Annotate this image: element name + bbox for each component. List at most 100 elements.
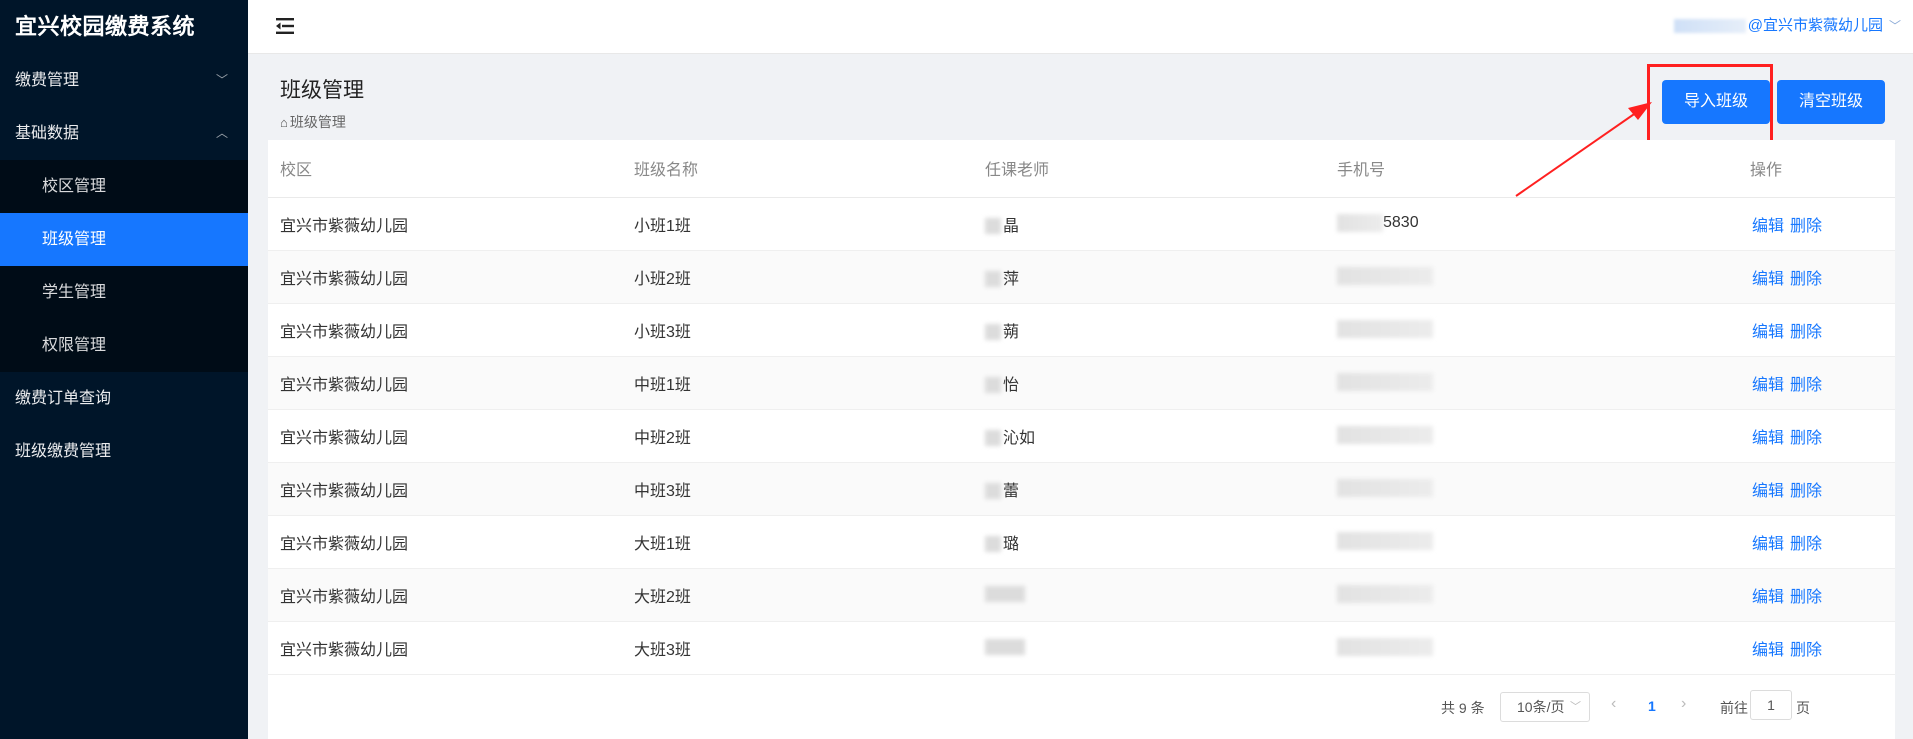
next-page-icon[interactable]: › <box>1681 695 1686 713</box>
cell-class-name: 大班3班 <box>622 621 973 675</box>
chevron-down-icon: ﹀ <box>215 73 228 87</box>
delete-link[interactable]: 删除 <box>1790 218 1822 235</box>
redacted-block <box>1337 373 1433 392</box>
cell-phone <box>1325 462 1625 516</box>
user-menu[interactable]: @宜兴市紫薇幼儿园 ﹀ <box>1673 14 1901 38</box>
edit-link[interactable]: 编辑 <box>1752 430 1784 447</box>
goto-label: 前往 <box>1720 700 1748 716</box>
cell-campus: 宜兴市紫薇幼儿园 <box>268 197 622 251</box>
delete-link[interactable]: 删除 <box>1790 377 1822 394</box>
cell-campus: 宜兴市紫薇幼儿园 <box>268 356 622 410</box>
cell-teacher: 蒴 <box>973 303 1325 357</box>
cell-phone <box>1325 356 1625 410</box>
teacher-text: 萍 <box>1003 270 1020 288</box>
redacted-block <box>985 377 1001 394</box>
teacher-text: 蒴 <box>1003 323 1020 341</box>
table-header-row: 校区 班级名称 任课老师 手机号 操作 <box>268 140 1895 198</box>
edit-link[interactable]: 编辑 <box>1752 271 1784 288</box>
cell-actions: 编辑 删除 <box>1625 568 1895 622</box>
redacted-block <box>985 639 1025 656</box>
cell-class-name: 中班1班 <box>622 356 973 410</box>
cell-class-name: 中班2班 <box>622 409 973 463</box>
edit-link[interactable]: 编辑 <box>1752 589 1784 606</box>
redacted-block <box>1337 585 1433 604</box>
sidebar-item-class-payment-management[interactable]: 班级缴费管理 <box>0 425 248 478</box>
edit-link[interactable]: 编辑 <box>1752 324 1784 341</box>
prev-page-icon[interactable]: ‹ <box>1611 695 1616 713</box>
breadcrumb: ⌂ 班级管理 <box>280 112 346 132</box>
table-row: 宜兴市紫薇幼儿园 中班2班 沁如 编辑 删除 <box>268 409 1895 463</box>
cell-class-name: 大班1班 <box>622 515 973 569</box>
edit-link[interactable]: 编辑 <box>1752 536 1784 553</box>
teacher-text: 璐 <box>1003 535 1020 553</box>
cell-teacher: 蕾 <box>973 462 1325 516</box>
page-title: 班级管理 <box>280 79 364 102</box>
user-org: @宜兴市紫薇幼儿园 <box>1747 17 1883 34</box>
table-row: 宜兴市紫薇幼儿园 大班1班 璐 编辑 删除 <box>268 515 1895 569</box>
edit-link[interactable]: 编辑 <box>1752 483 1784 500</box>
sidebar-item-payment-management[interactable]: 缴费管理 ﹀ <box>0 54 248 107</box>
redacted-block <box>1337 638 1433 657</box>
sidebar-item-permission-management[interactable]: 权限管理 <box>0 319 248 372</box>
cell-teacher <box>973 621 1325 675</box>
delete-link[interactable]: 删除 <box>1790 324 1822 341</box>
sidebar-item-payment-order-query[interactable]: 缴费订单查询 <box>0 372 248 425</box>
sidebar-item-campus-management[interactable]: 校区管理 <box>0 160 248 213</box>
delete-link[interactable]: 删除 <box>1790 536 1822 553</box>
class-table: 校区 班级名称 任课老师 手机号 操作 宜兴市紫薇幼儿园 小班1班 晶 5830… <box>268 140 1895 675</box>
menu-fold-icon[interactable] <box>274 15 296 37</box>
redacted-block <box>985 483 1001 500</box>
column-header-class-name: 班级名称 <box>622 140 973 198</box>
chevron-down-icon: ﹀ <box>1570 701 1581 713</box>
edit-link[interactable]: 编辑 <box>1752 218 1784 235</box>
breadcrumb-current: 班级管理 <box>289 114 346 130</box>
pagination-total: 共 9 条 <box>1441 700 1485 716</box>
delete-link[interactable]: 删除 <box>1790 642 1822 659</box>
cell-teacher: 晶 <box>973 197 1325 251</box>
teacher-text: 蕾 <box>1003 482 1020 500</box>
redacted-block <box>985 430 1001 447</box>
cell-campus: 宜兴市紫薇幼儿园 <box>268 409 622 463</box>
page-number-current[interactable]: 1 <box>1648 698 1656 714</box>
cell-phone <box>1325 568 1625 622</box>
sidebar-item-basic-data[interactable]: 基础数据 ︿ <box>0 107 248 160</box>
redacted-block <box>1337 532 1433 551</box>
app-title: 宜兴校园缴费系统 <box>15 14 196 39</box>
cell-phone <box>1325 303 1625 357</box>
cell-class-name: 小班3班 <box>622 303 973 357</box>
class-table-card: 校区 班级名称 任课老师 手机号 操作 宜兴市紫薇幼儿园 小班1班 晶 5830… <box>268 140 1895 739</box>
delete-link[interactable]: 删除 <box>1790 483 1822 500</box>
table-row: 宜兴市紫薇幼儿园 中班3班 蕾 编辑 删除 <box>268 462 1895 516</box>
chevron-down-icon: ﹀ <box>1888 19 1901 33</box>
cell-campus: 宜兴市紫薇幼儿园 <box>268 303 622 357</box>
edit-link[interactable]: 编辑 <box>1752 642 1784 659</box>
table-row: 宜兴市紫薇幼儿园 大班2班 编辑 删除 <box>268 568 1895 622</box>
cell-campus: 宜兴市紫薇幼儿园 <box>268 621 622 675</box>
delete-link[interactable]: 删除 <box>1790 430 1822 447</box>
redacted-block <box>1337 214 1383 233</box>
cell-phone <box>1325 409 1625 463</box>
sidebar-item-class-management[interactable]: 班级管理 <box>0 213 248 266</box>
redacted-block <box>985 586 1025 603</box>
home-icon[interactable]: ⌂ <box>280 115 288 130</box>
cell-teacher: 璐 <box>973 515 1325 569</box>
cell-class-name: 中班3班 <box>622 462 973 516</box>
sidebar-item-student-management[interactable]: 学生管理 <box>0 266 248 319</box>
teacher-text: 怡 <box>1003 376 1020 394</box>
redacted-block <box>1337 320 1433 339</box>
page-size-select[interactable]: 10条/页 ﹀ <box>1500 692 1590 722</box>
delete-link[interactable]: 删除 <box>1790 589 1822 606</box>
table-row: 宜兴市紫薇幼儿园 小班3班 蒴 编辑 删除 <box>268 303 1895 357</box>
cell-class-name: 小班2班 <box>622 250 973 304</box>
top-header: @宜兴市紫薇幼儿园 ﹀ <box>248 0 1913 54</box>
table-row: 宜兴市紫薇幼儿园 中班1班 怡 编辑 删除 <box>268 356 1895 410</box>
redacted-block <box>985 324 1001 341</box>
edit-link[interactable]: 编辑 <box>1752 377 1784 394</box>
delete-link[interactable]: 删除 <box>1790 271 1822 288</box>
redacted-block <box>985 218 1001 235</box>
goto-page-input[interactable]: 1 <box>1750 690 1792 720</box>
redacted-block <box>985 271 1001 288</box>
clear-class-button[interactable]: 清空班级 <box>1777 80 1885 124</box>
sidebar: 宜兴校园缴费系统 缴费管理 ﹀ 基础数据 ︿ 校区管理 班级管理 学生管理 权限… <box>0 0 248 739</box>
cell-actions: 编辑 删除 <box>1625 409 1895 463</box>
